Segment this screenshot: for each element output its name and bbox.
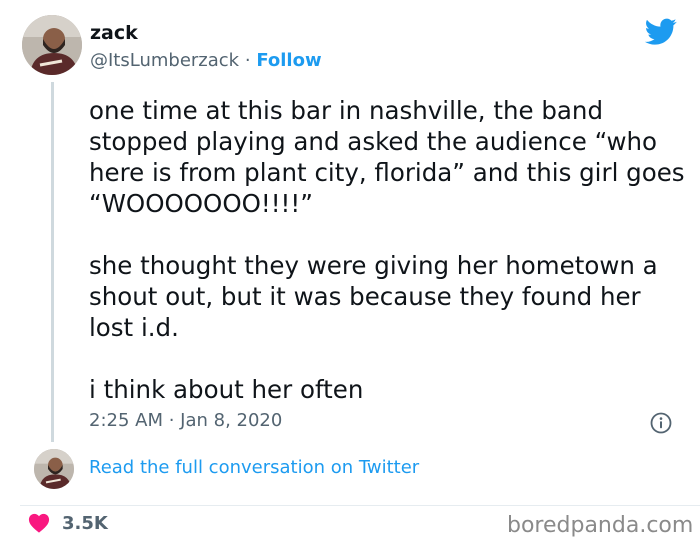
thread-line [51,82,54,442]
user-handle[interactable]: @ItsLumberzack [90,50,239,71]
person-avatar-icon [34,449,74,489]
twitter-bird-icon[interactable] [645,18,677,46]
info-icon[interactable] [650,412,672,434]
avatar-small[interactable] [34,449,74,489]
tweet-text: one time at this bar in nashville, the b… [89,96,685,404]
follow-button[interactable]: Follow [256,50,321,71]
display-name[interactable]: zack [90,22,138,44]
person-avatar-icon [22,15,82,75]
watermark: boredpanda.com [507,513,694,538]
separator-dot: · [244,50,251,71]
divider [20,505,700,506]
heart-icon[interactable] [28,512,50,534]
like-count: 3.5K [62,513,108,534]
avatar[interactable] [22,15,82,75]
read-full-conversation-link[interactable]: Read the full conversation on Twitter [89,457,419,478]
handle-row: @ItsLumberzack · Follow [90,50,322,71]
tweet-timestamp[interactable]: 2:25 AM · Jan 8, 2020 [89,410,282,431]
